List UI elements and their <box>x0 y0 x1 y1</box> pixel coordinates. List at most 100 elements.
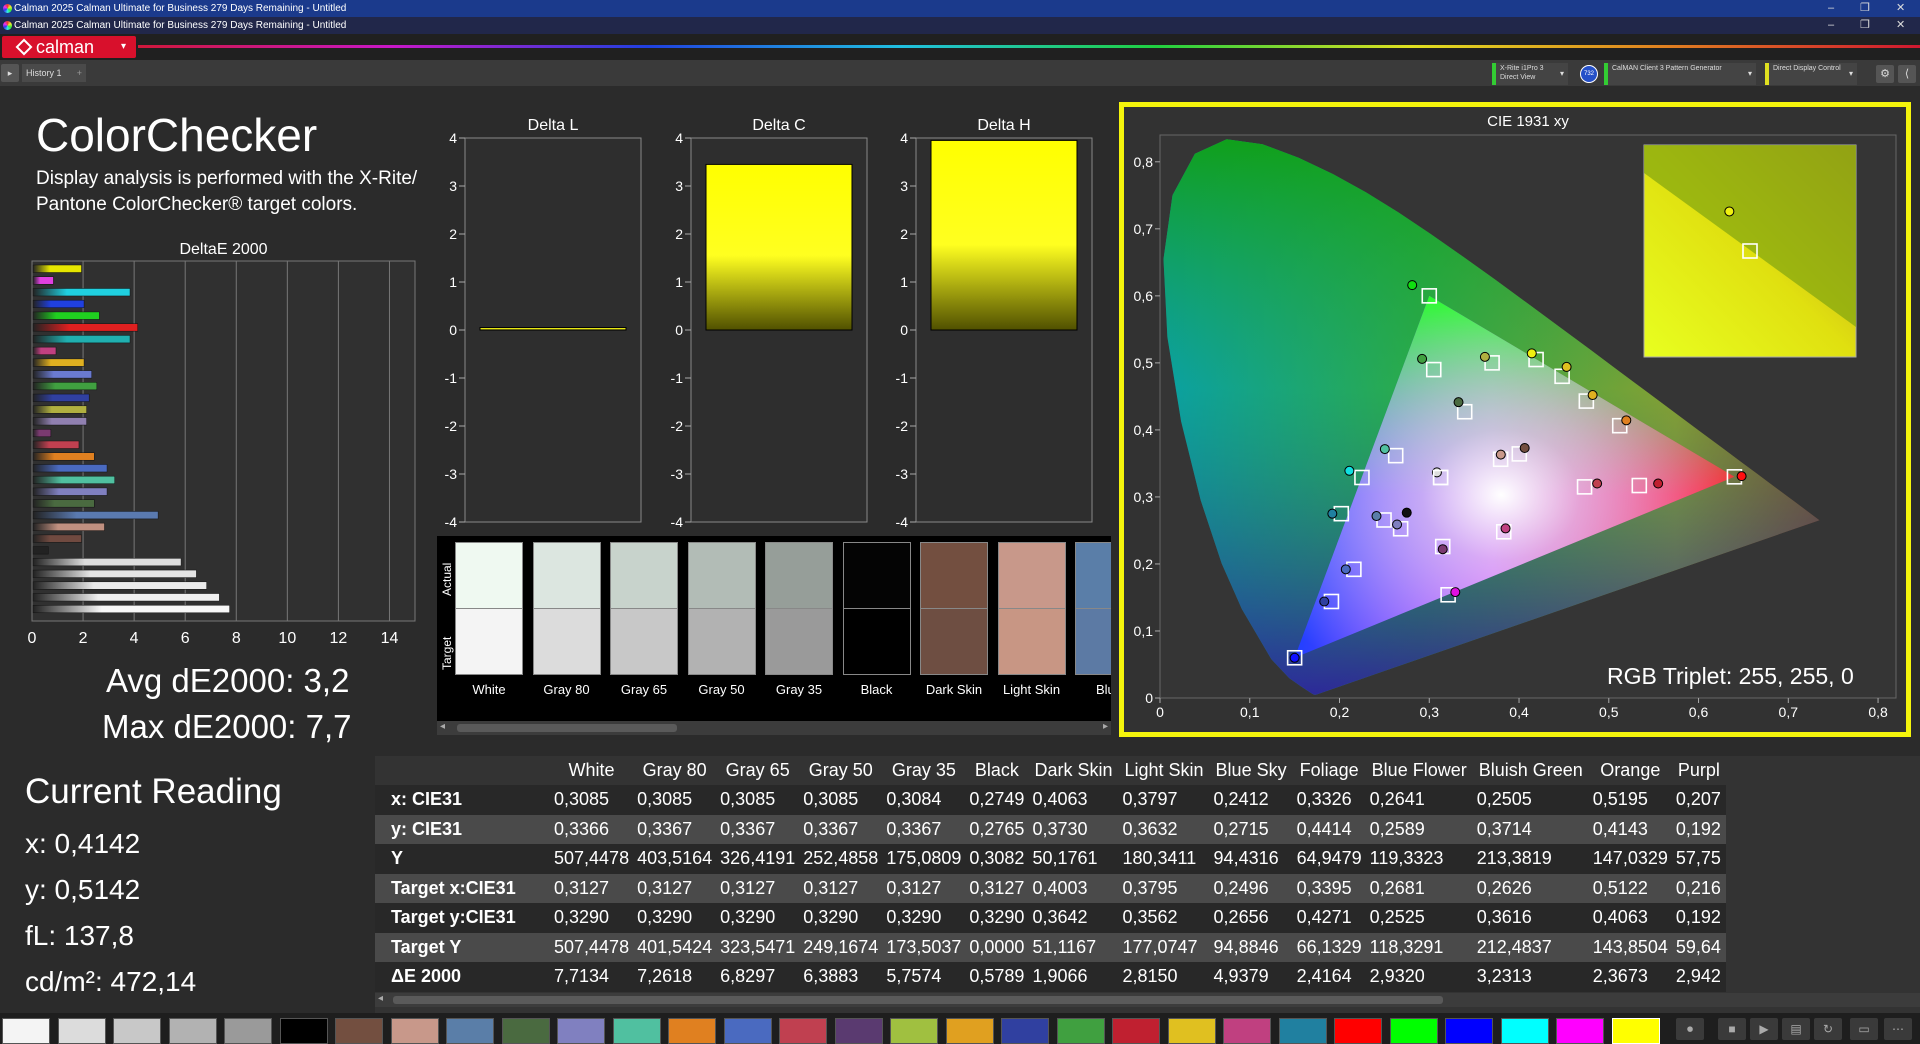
doc-minimize-button[interactable]: – <box>1828 17 1834 34</box>
deltae-bar <box>32 417 87 426</box>
patch-swatch[interactable] <box>1001 1018 1049 1044</box>
patch-swatch[interactable] <box>557 1018 605 1044</box>
x-tick-label: 0,2 <box>1330 704 1350 720</box>
patch-swatch[interactable] <box>1278 1018 1327 1044</box>
loop-icon[interactable]: ↻ <box>1814 1018 1842 1040</box>
table-scroll-thumb[interactable] <box>393 996 1443 1004</box>
patch-swatch[interactable] <box>890 1018 938 1044</box>
patch-swatch[interactable] <box>1112 1018 1160 1044</box>
y-tick-label: 2 <box>675 226 683 242</box>
patch-swatch[interactable] <box>335 1018 383 1044</box>
actual-point <box>1453 397 1464 408</box>
restore-button[interactable]: ❐ <box>1860 0 1870 17</box>
patch-swatch[interactable] <box>1611 1018 1660 1044</box>
patch-swatch[interactable] <box>2 1018 50 1044</box>
table-cell: 0,3085 <box>633 785 717 815</box>
table-cell: 0,3290 <box>882 903 966 933</box>
doc-restore-button[interactable]: ❐ <box>1860 17 1870 34</box>
table-scrollbar[interactable]: ◂ <box>375 993 1920 1007</box>
monitor-icon[interactable]: ▭ <box>1850 1018 1878 1040</box>
patch-swatch[interactable] <box>668 1018 716 1044</box>
patch-swatch[interactable] <box>779 1018 827 1044</box>
color-chip[interactable]: White <box>455 542 523 720</box>
save-icon[interactable]: ▤ <box>1782 1018 1810 1040</box>
table-cell: 0,2656 <box>1209 903 1293 933</box>
patch-swatch[interactable] <box>1334 1018 1382 1044</box>
color-chip[interactable]: Gray 35 <box>765 542 833 720</box>
table-cell: 213,3819 <box>1472 844 1589 874</box>
color-chip[interactable]: Light Skin <box>997 542 1066 720</box>
y-tick-label: -4 <box>671 514 684 530</box>
patch-swatch[interactable] <box>834 1018 883 1044</box>
settings-button[interactable]: ⚙ <box>1876 65 1894 83</box>
more-icon[interactable]: ⋯ <box>1884 1018 1912 1040</box>
pattern-generator-select[interactable]: CalMAN Client 3 Pattern Generator ▾ <box>1604 63 1756 85</box>
color-chip[interactable]: Black <box>842 542 911 720</box>
patch-swatch[interactable] <box>446 1018 494 1044</box>
column-header: Black <box>974 760 1019 780</box>
play-icon[interactable]: ▶ <box>1750 1018 1778 1040</box>
close-button[interactable]: ✕ <box>1896 0 1905 17</box>
display-control-select[interactable]: Direct Display Control ▾ <box>1765 63 1857 85</box>
inset-actual-point <box>1724 206 1735 217</box>
minimize-button[interactable]: – <box>1828 0 1834 17</box>
color-chip[interactable]: Dark Skin <box>920 542 988 720</box>
patch-swatch[interactable] <box>1556 1018 1604 1044</box>
stop-icon[interactable]: ■ <box>1718 1018 1746 1040</box>
deltae-bar <box>32 522 105 531</box>
table-cell: 94,8846 <box>1209 932 1293 962</box>
patch-swatch[interactable] <box>723 1018 772 1044</box>
actual-point <box>1592 478 1603 489</box>
patch-swatch[interactable] <box>57 1018 106 1044</box>
meter-device-select[interactable]: X-Rite i1Pro 3 Direct View ▾ <box>1492 63 1568 85</box>
add-tab-icon[interactable]: + <box>77 64 82 82</box>
chip-target <box>687 609 756 675</box>
collapse-button[interactable]: ⟨ <box>1898 65 1916 83</box>
patch-swatch[interactable] <box>1223 1018 1271 1044</box>
patch-swatch[interactable] <box>612 1018 661 1044</box>
color-chip[interactable]: Blue <box>1075 542 1111 720</box>
deltae-bar <box>32 335 131 344</box>
patch-swatch[interactable] <box>1056 1018 1105 1044</box>
chips-scrollbar[interactable]: ◂ ▸ <box>437 721 1111 735</box>
table-cell: 0,3127 <box>633 873 717 903</box>
table-cell: 0,2765 <box>965 814 1029 844</box>
chips-scroll-thumb[interactable] <box>457 724 677 732</box>
scroll-left-icon[interactable]: ◂ <box>440 721 445 732</box>
table-cell: 0,4143 <box>1588 814 1672 844</box>
color-chip[interactable]: Gray 80 <box>532 542 601 720</box>
patch-swatch[interactable] <box>279 1018 328 1044</box>
calman-menu-button[interactable]: calman ▾ <box>2 36 136 58</box>
history-play-button[interactable]: ▸ <box>1 64 19 82</box>
table-cell: 64,9479 <box>1292 844 1366 874</box>
table-cell: 0,2589 <box>1365 814 1473 844</box>
tab-history-1[interactable]: History 1 + <box>22 64 86 82</box>
patch-swatch[interactable] <box>168 1018 217 1044</box>
table-cell: 0,3085 <box>799 785 883 815</box>
deltae-bar <box>32 264 82 273</box>
y-tick-label: 1 <box>900 274 908 290</box>
chip-label: Gray 65 <box>620 682 668 697</box>
patch-swatch[interactable] <box>1500 1018 1549 1044</box>
doc-close-button[interactable]: ✕ <box>1896 17 1905 34</box>
scroll-left-icon[interactable]: ◂ <box>378 993 383 1004</box>
table-cell: 0,192 <box>1671 814 1726 844</box>
patch-swatch[interactable] <box>1445 1018 1493 1044</box>
patch-swatch[interactable] <box>1167 1018 1216 1044</box>
table-cell: 6,3883 <box>799 962 883 992</box>
table-cell: 0,3290 <box>799 903 883 933</box>
patch-swatch[interactable] <box>945 1018 994 1044</box>
patch-swatch[interactable] <box>1389 1018 1438 1044</box>
color-chip[interactable]: Gray 50 <box>687 542 756 720</box>
record-button[interactable]: ⏺ <box>1676 1018 1704 1040</box>
patch-swatch[interactable] <box>113 1018 161 1044</box>
table-cell: 0,2626 <box>1472 873 1589 903</box>
page-description: Display analysis is performed with the X… <box>36 168 418 215</box>
y-tick-label: 4 <box>675 130 683 146</box>
table-cell: 0,2412 <box>1209 785 1293 815</box>
patch-swatch[interactable] <box>390 1018 439 1044</box>
scroll-right-icon[interactable]: ▸ <box>1103 721 1108 732</box>
color-chip[interactable]: Gray 65 <box>610 542 678 720</box>
patch-swatch[interactable] <box>501 1018 550 1044</box>
patch-swatch[interactable] <box>224 1018 272 1044</box>
